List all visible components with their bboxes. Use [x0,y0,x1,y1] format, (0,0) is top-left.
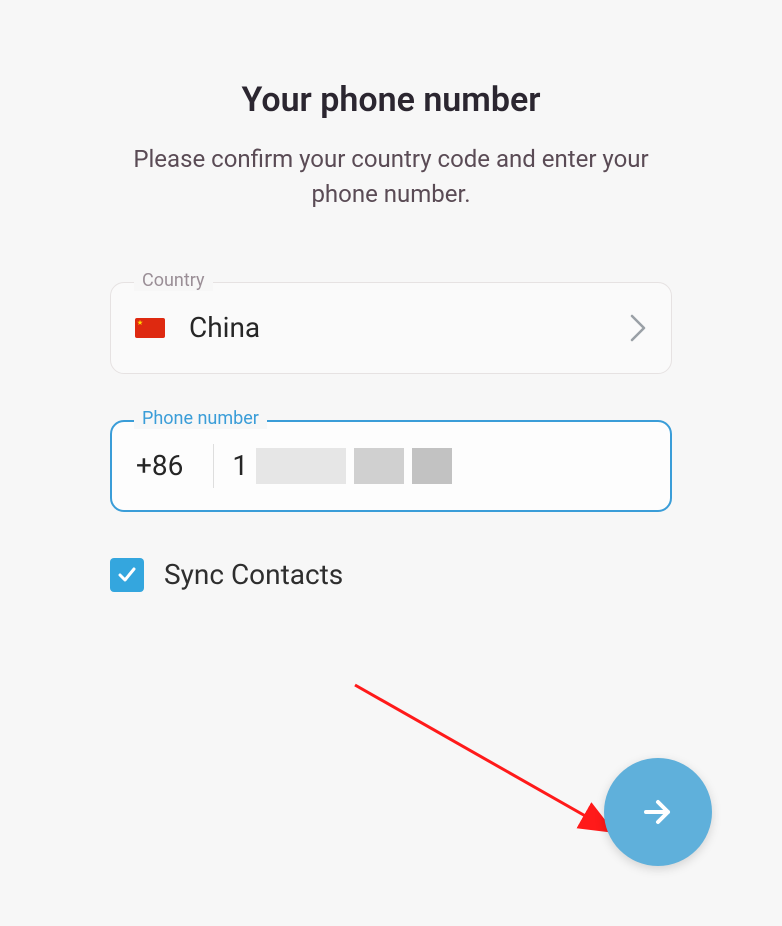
phone-divider [213,444,214,488]
country-code: +86 [136,449,183,482]
redacted-block [354,448,404,484]
phone-number-value: 1 [232,448,452,484]
chevron-right-icon [629,313,647,343]
country-selector[interactable]: China [110,282,672,374]
country-field-wrap: Country China [110,282,672,374]
sync-contacts-checkbox[interactable] [110,558,144,592]
checkmark-icon [116,564,138,586]
redacted-block [412,448,452,484]
page-subtitle: Please confirm your country code and ent… [131,142,651,212]
phone-first-digit: 1 [232,449,248,482]
redacted-block [256,448,346,484]
phone-input[interactable]: +86 1 [110,420,672,512]
sync-contacts-row: Sync Contacts [110,558,672,592]
arrow-right-icon [638,792,678,832]
sync-contacts-label: Sync Contacts [164,558,343,591]
country-field-label: Country [134,270,213,291]
country-name: China [189,311,629,344]
next-button[interactable] [604,758,712,866]
page-title: Your phone number [40,80,742,120]
phone-field-wrap: Phone number +86 1 [110,420,672,512]
phone-field-label: Phone number [134,408,267,429]
china-flag-icon [135,318,165,338]
